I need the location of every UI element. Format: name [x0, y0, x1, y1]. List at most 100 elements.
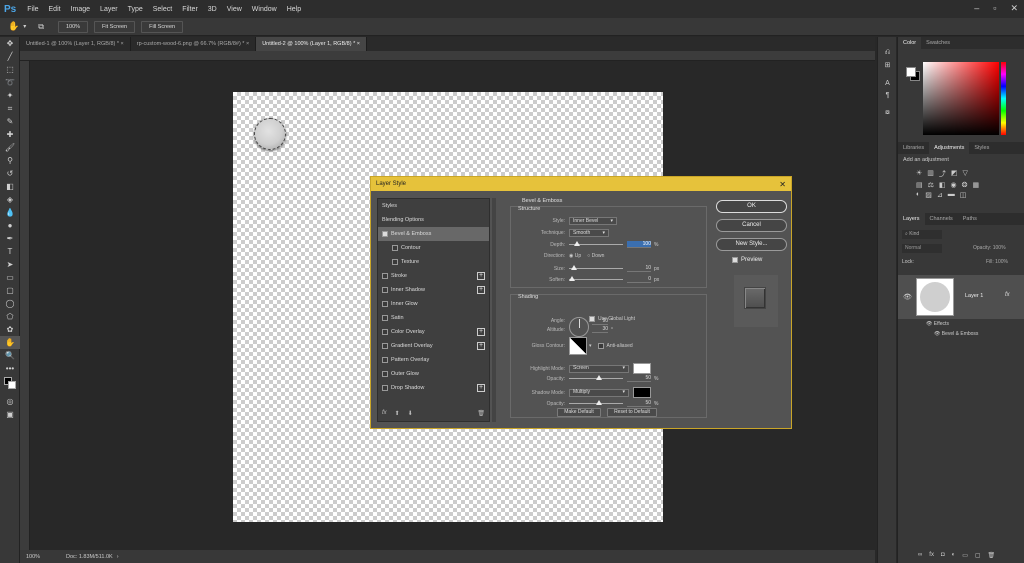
- anti-aliased-checkbox[interactable]: [597, 343, 604, 349]
- depth-slider-thumb[interactable]: [574, 241, 581, 246]
- vibrance-icon[interactable]: ▽: [963, 169, 968, 179]
- gradient-overlay-item[interactable]: Gradient Overlay +: [378, 339, 489, 353]
- style-select[interactable]: Inner Bevel ▾: [569, 217, 617, 225]
- gradient-map-icon[interactable]: ▬: [948, 191, 955, 199]
- posterize-icon[interactable]: ▨: [925, 191, 932, 199]
- paragraph-icon[interactable]: ¶: [878, 89, 897, 101]
- depth-input[interactable]: 100: [627, 241, 651, 248]
- history-icon[interactable]: ⎌: [878, 47, 897, 59]
- tab-color[interactable]: Color: [898, 37, 922, 49]
- add-stroke-icon[interactable]: +: [477, 272, 485, 280]
- ellipse-tool-icon[interactable]: ◯: [0, 297, 20, 310]
- brush-tool-icon[interactable]: 🖌: [0, 141, 20, 154]
- history-brush-icon[interactable]: ↺: [0, 167, 20, 180]
- inner-shadow-checkbox[interactable]: [382, 287, 388, 293]
- color-balance-icon[interactable]: ⚖: [928, 181, 934, 189]
- black-white-icon[interactable]: ◧: [939, 181, 946, 189]
- layer-row[interactable]: 👁 Layer 1 fx: [898, 275, 1024, 319]
- menu-edit[interactable]: Edit: [49, 6, 61, 13]
- size-slider[interactable]: [569, 265, 623, 270]
- highlight-opacity-input[interactable]: 50: [627, 375, 651, 382]
- levels-icon[interactable]: ▥: [927, 169, 934, 179]
- texture-item[interactable]: Texture: [378, 255, 489, 269]
- adjustment-layer-icon[interactable]: ◐: [952, 552, 956, 559]
- tab-channels[interactable]: Channels: [925, 213, 958, 225]
- opacity-control[interactable]: Opacity: 100%: [973, 245, 1006, 251]
- bevel-emboss-item[interactable]: Bevel & Emboss: [378, 227, 489, 241]
- layer-filter-kind[interactable]: ⌕ Kind: [902, 230, 942, 239]
- rounded-rect-icon[interactable]: ▢: [0, 284, 20, 297]
- foreground-swatch[interactable]: [906, 67, 916, 77]
- curves-icon[interactable]: ⤴: [939, 169, 946, 179]
- highlight-mode-select[interactable]: Screen ▾: [569, 364, 629, 373]
- menu-image[interactable]: Image: [71, 6, 90, 13]
- blending-options-item[interactable]: Blending Options: [378, 213, 489, 227]
- photo-filter-icon[interactable]: ◉: [951, 181, 957, 189]
- stroke-item[interactable]: Stroke +: [378, 269, 489, 283]
- add-gradient-overlay-icon[interactable]: +: [477, 342, 485, 350]
- bevel-emboss-checkbox[interactable]: [382, 231, 388, 237]
- tab-paths[interactable]: Paths: [958, 213, 982, 225]
- fill-screen-button[interactable]: Fill Screen: [141, 20, 184, 33]
- tab-swatches[interactable]: Swatches: [921, 37, 955, 49]
- highlight-color-swatch[interactable]: [633, 363, 651, 374]
- menu-file[interactable]: File: [27, 6, 38, 13]
- screen-mode-icon[interactable]: ▣: [0, 408, 20, 421]
- dialog-title-bar[interactable]: Layer Style ✕: [371, 177, 791, 191]
- pen-tool-icon[interactable]: ✒: [0, 232, 20, 245]
- menu-view[interactable]: View: [227, 6, 242, 13]
- contour-checkbox[interactable]: [392, 245, 398, 251]
- soften-slider-thumb[interactable]: [569, 276, 575, 281]
- fx-icon[interactable]: fx: [1005, 292, 1010, 298]
- magic-wand-icon[interactable]: ✦: [0, 89, 20, 102]
- tab-untitled-1[interactable]: Untitled-1 @ 100% (Layer 1, RGB/8) * ×: [20, 37, 131, 51]
- preview-checkbox[interactable]: [732, 257, 738, 263]
- shadow-opacity-thumb[interactable]: [596, 400, 602, 405]
- blur-tool-icon[interactable]: 💧: [0, 206, 20, 219]
- path-select-icon[interactable]: ➤: [0, 258, 20, 271]
- layer-name[interactable]: Layer 1: [965, 293, 983, 299]
- depth-slider[interactable]: [569, 241, 623, 246]
- color-overlay-checkbox[interactable]: [382, 329, 388, 335]
- highlight-opacity-thumb[interactable]: [596, 375, 602, 380]
- new-layer-icon[interactable]: ▢: [975, 552, 981, 559]
- tab-libraries[interactable]: Libraries: [898, 142, 929, 154]
- pattern-overlay-item[interactable]: Pattern Overlay: [378, 353, 489, 367]
- zoom-level[interactable]: 100%: [26, 554, 66, 560]
- tab-adjustments[interactable]: Adjustments: [929, 142, 970, 154]
- minimize-icon[interactable]: –: [974, 3, 979, 14]
- fill-control[interactable]: Fill: 100%: [986, 259, 1008, 265]
- info-icon[interactable]: ⧇: [878, 107, 897, 119]
- shadow-color-swatch[interactable]: [633, 387, 651, 398]
- blend-mode-select[interactable]: Normal: [902, 244, 942, 253]
- dialog-close-icon[interactable]: ✕: [779, 180, 786, 189]
- close-icon[interactable]: ✕: [1010, 3, 1018, 14]
- color-overlay-item[interactable]: Color Overlay +: [378, 325, 489, 339]
- color-lookup-icon[interactable]: ▦: [973, 181, 980, 189]
- shadow-mode-select[interactable]: Multiply ▾: [569, 388, 629, 397]
- inner-glow-item[interactable]: Inner Glow: [378, 297, 489, 311]
- polygon-tool-icon[interactable]: ⬠: [0, 310, 20, 323]
- paint-bucket-icon[interactable]: ◈: [0, 193, 20, 206]
- preview-toggle[interactable]: Preview: [732, 257, 762, 263]
- restore-icon[interactable]: ▫: [993, 3, 996, 14]
- move-down-icon[interactable]: ⬇: [408, 410, 413, 417]
- link-icon[interactable]: ∞: [918, 552, 922, 559]
- menu-window[interactable]: Window: [252, 6, 277, 13]
- eraser-icon[interactable]: ◧: [0, 180, 20, 193]
- shadow-opacity-slider[interactable]: [569, 400, 623, 405]
- drop-shadow-checkbox[interactable]: [382, 385, 388, 391]
- properties-icon[interactable]: ⊞: [878, 59, 897, 71]
- fit-screen-button[interactable]: Fit Screen: [94, 20, 136, 33]
- global-light-checkbox[interactable]: [589, 316, 595, 322]
- chevron-right-icon[interactable]: ›: [117, 554, 119, 560]
- healing-brush-icon[interactable]: ✚: [0, 128, 20, 141]
- reset-default-button[interactable]: Reset to Default: [607, 408, 657, 417]
- texture-checkbox[interactable]: [392, 259, 398, 265]
- highlight-opacity-slider[interactable]: [569, 375, 623, 380]
- move-up-icon[interactable]: ⬆: [395, 410, 400, 417]
- menu-select[interactable]: Select: [153, 6, 172, 13]
- styles-scrollbar[interactable]: [492, 198, 496, 422]
- add-drop-shadow-icon[interactable]: +: [477, 384, 485, 392]
- brightness-icon[interactable]: ☀: [916, 169, 922, 179]
